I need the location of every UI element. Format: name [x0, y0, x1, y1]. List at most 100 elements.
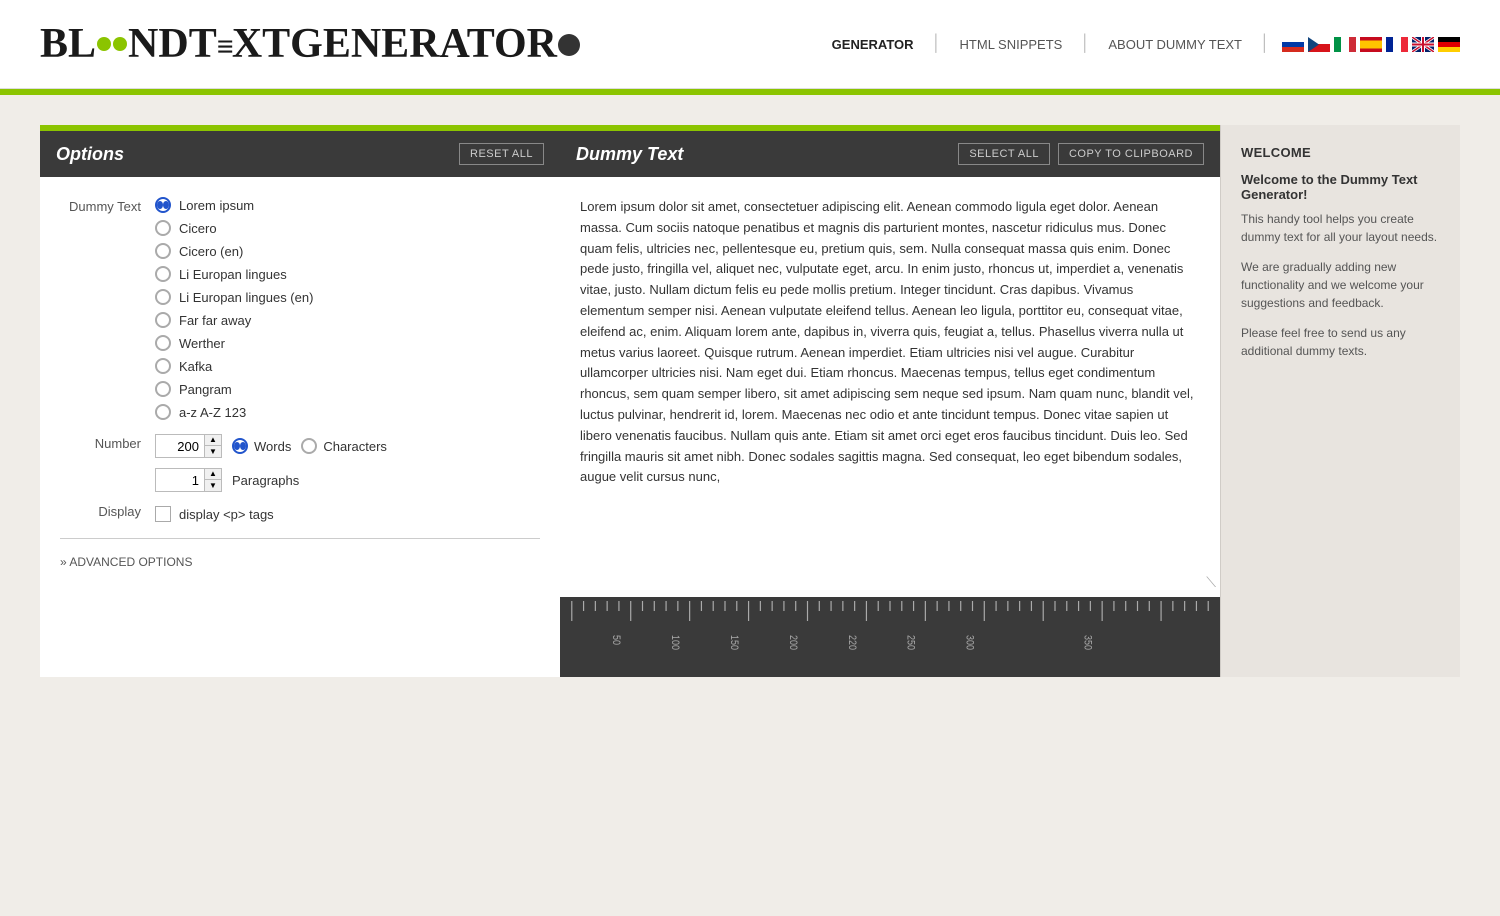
radio-pangram[interactable]: Pangram [155, 381, 313, 397]
flag-fr[interactable] [1386, 37, 1408, 52]
display-controls: display <p> tags [155, 506, 274, 522]
flag-de[interactable] [1438, 37, 1460, 52]
radio-cicero[interactable]: Cicero [155, 220, 313, 236]
para-spinner-down[interactable]: ▼ [205, 480, 221, 491]
radio-label-kafka: Kafka [179, 359, 212, 374]
radio-label-werther: Werther [179, 336, 225, 351]
radio-circle-characters [301, 438, 317, 454]
radio-lorem-ipsum[interactable]: Lorem ipsum [155, 197, 313, 213]
nav-about[interactable]: ABOUT DUMMY TEXT [1090, 37, 1260, 52]
paragraphs-option-row: ▲ ▼ Paragraphs [60, 468, 540, 492]
logo-dot1 [97, 37, 111, 51]
radio-werther[interactable]: Werther [155, 335, 313, 351]
number-input[interactable] [156, 436, 204, 457]
radio-circle-words [232, 438, 248, 454]
radio-li-europan[interactable]: Li Europan lingues [155, 266, 313, 282]
display-option-row: Display display <p> tags [60, 502, 540, 522]
number-option-row: Number ▲ ▼ Words [60, 434, 540, 458]
flag-es[interactable] [1360, 37, 1382, 52]
svg-text:350: 350 [1081, 635, 1093, 650]
welcome-subtitle: Welcome to the Dummy Text Generator! [1241, 172, 1440, 202]
radio-li-europan-en[interactable]: Li Europan lingues (en) [155, 289, 313, 305]
dummy-actions: SELECT ALL COPY TO CLIPBOARD [958, 143, 1204, 165]
radio-label-li-europan: Li Europan lingues [179, 267, 287, 282]
radio-circle-werther [155, 335, 171, 351]
advanced-options-link[interactable]: » ADVANCED OPTIONS [60, 555, 540, 569]
nav-divider-2: │ [1080, 35, 1090, 53]
flag-gb[interactable] [1412, 37, 1434, 52]
welcome-para3: Please feel free to send us any addition… [1241, 324, 1440, 360]
svg-text:150: 150 [728, 635, 740, 650]
logo: BLNDT≡XTGENERATOR [40, 20, 581, 68]
radio-label-pangram: Pangram [179, 382, 232, 397]
radio-label-cicero: Cicero [179, 221, 217, 236]
display-p-tags-checkbox[interactable] [155, 506, 171, 522]
words-radio-label[interactable]: Words [232, 438, 291, 454]
dummy-text-content: Lorem ipsum dolor sit amet, consectetuer… [580, 197, 1200, 488]
welcome-para2: We are gradually adding new functionalit… [1241, 258, 1440, 312]
svg-text:50: 50 [610, 635, 622, 645]
reset-all-button[interactable]: RESET ALL [459, 143, 544, 165]
nav-divider-1: │ [932, 35, 942, 53]
number-input-wrap: ▲ ▼ [155, 434, 222, 458]
svg-text:200: 200 [787, 635, 799, 650]
flag-cz[interactable] [1308, 37, 1330, 52]
radio-az[interactable]: a-z A-Z 123 [155, 404, 313, 420]
ruler-container: o 50 100 150 200 220 250 300 350 [560, 597, 1220, 677]
characters-label: Characters [323, 439, 387, 454]
radio-label-lorem: Lorem ipsum [179, 198, 254, 213]
logo-dot2 [113, 37, 127, 51]
nav-html-snippets[interactable]: HTML SNIPPETS [942, 37, 1081, 52]
radio-label-cicero-en: Cicero (en) [179, 244, 243, 259]
logo-gear [558, 34, 580, 56]
select-all-button[interactable]: SELECT ALL [958, 143, 1050, 165]
svg-text:o: o [560, 635, 563, 640]
options-header: Options RESET ALL [40, 131, 560, 177]
number-controls: ▲ ▼ Words Characters [155, 434, 387, 458]
dummy-header: Dummy Text SELECT ALL COPY TO CLIPBOARD [560, 131, 1220, 177]
spinner-up[interactable]: ▲ [205, 435, 221, 446]
flag-it[interactable] [1334, 37, 1356, 52]
dummy-panel: Dummy Text SELECT ALL COPY TO CLIPBOARD … [560, 125, 1220, 677]
welcome-panel: WELCOME Welcome to the Dummy Text Genera… [1220, 125, 1460, 677]
radio-circle-lorem [155, 197, 171, 213]
characters-radio-label[interactable]: Characters [301, 438, 387, 454]
flag-ru[interactable] [1282, 37, 1304, 52]
dummy-body: Lorem ipsum dolor sit amet, consectetuer… [560, 177, 1220, 597]
spinner-down[interactable]: ▼ [205, 446, 221, 457]
welcome-para1: This handy tool helps you create dummy t… [1241, 210, 1440, 246]
paragraphs-controls: ▲ ▼ Paragraphs [155, 468, 299, 492]
nav-generator[interactable]: GENERATOR [814, 37, 932, 52]
display-label: Display [60, 502, 155, 519]
copy-to-clipboard-button[interactable]: COPY TO CLIPBOARD [1058, 143, 1204, 165]
radio-far-away[interactable]: Far far away [155, 312, 313, 328]
resize-handle[interactable]: ⟍ [1206, 571, 1216, 593]
logo-lines: ≡ [217, 30, 232, 63]
nav-flags [1282, 37, 1460, 52]
radio-circle-li-europan-en [155, 289, 171, 305]
display-p-tags-label: display <p> tags [179, 507, 274, 522]
radio-label-far-away: Far far away [179, 313, 251, 328]
svg-text:100: 100 [669, 635, 681, 650]
options-title: Options [56, 144, 124, 165]
options-panel: Options RESET ALL Dummy Text Lorem ipsum [40, 125, 560, 677]
radio-cicero-en[interactable]: Cicero (en) [155, 243, 313, 259]
radio-circle-kafka [155, 358, 171, 374]
para-spinner-up[interactable]: ▲ [205, 469, 221, 480]
radio-circle-cicero [155, 220, 171, 236]
header: BLNDT≡XTGENERATOR GENERATOR │ HTML SNIPP… [0, 0, 1500, 89]
radio-kafka[interactable]: Kafka [155, 358, 313, 374]
main-wrapper: Options RESET ALL Dummy Text Lorem ipsum [0, 95, 1500, 707]
radio-circle-li-europan [155, 266, 171, 282]
options-divider [60, 538, 540, 539]
paragraphs-input-wrap: ▲ ▼ [155, 468, 222, 492]
nav: GENERATOR │ HTML SNIPPETS │ ABOUT DUMMY … [814, 35, 1460, 53]
nav-divider-3: │ [1260, 35, 1270, 53]
radio-dot-words [234, 442, 240, 450]
radio-circle-pangram [155, 381, 171, 397]
options-body: Dummy Text Lorem ipsum Cicero Cicero [40, 177, 560, 589]
paragraphs-input[interactable] [156, 470, 204, 491]
radio-circle-cicero-en [155, 243, 171, 259]
paragraphs-empty-label [60, 468, 155, 470]
dummy-text-label: Dummy Text [60, 197, 155, 214]
